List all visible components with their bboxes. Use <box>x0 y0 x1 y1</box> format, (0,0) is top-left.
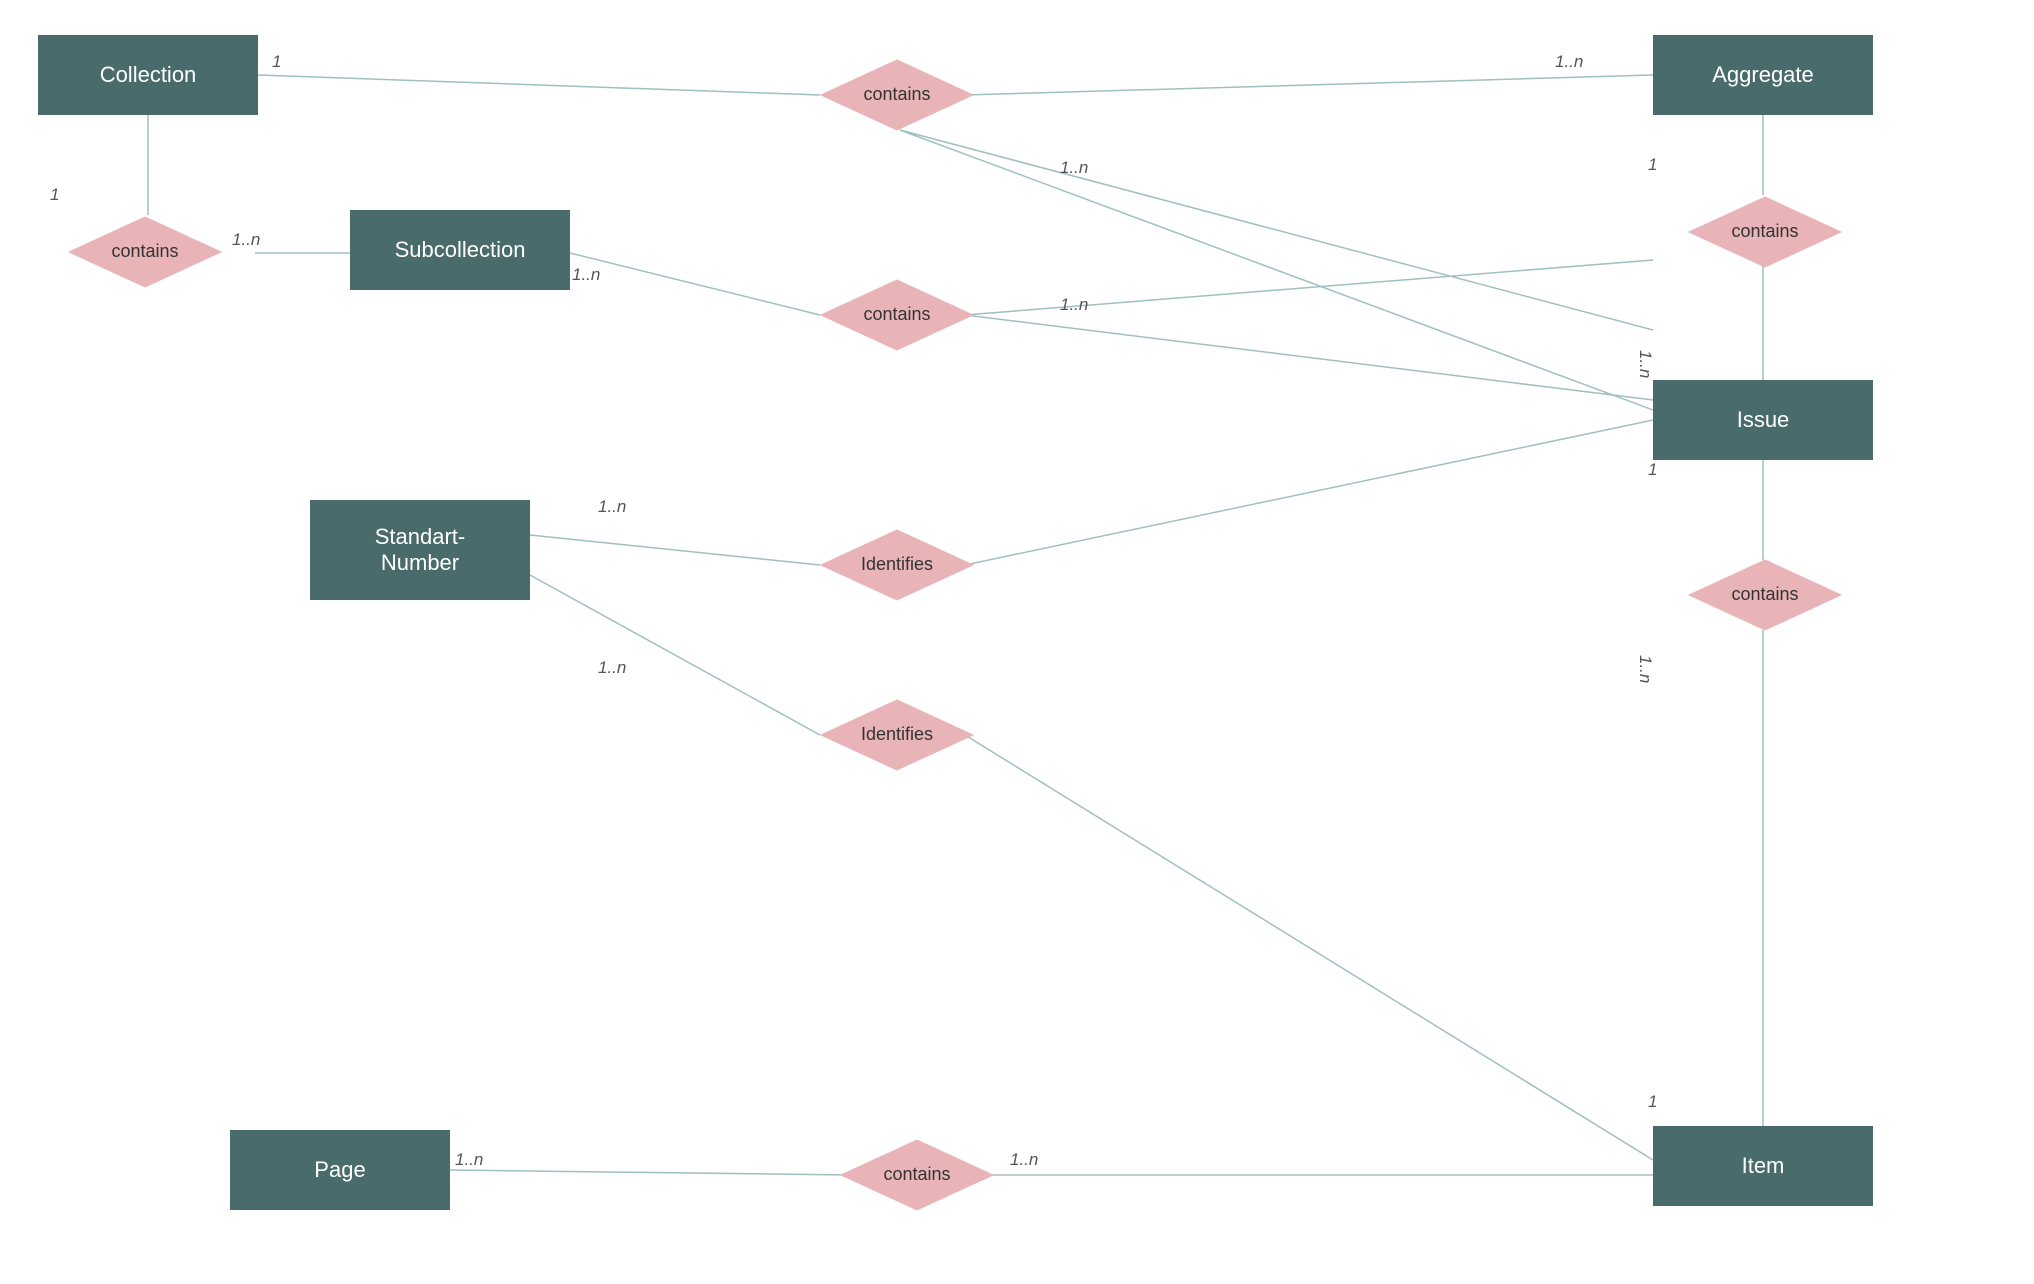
svg-text:Identifies: Identifies <box>861 554 933 574</box>
card-10: 1 <box>1648 460 1657 480</box>
entity-issue: Issue <box>1653 380 1873 460</box>
entity-subcollection: Subcollection <box>350 210 570 290</box>
card-6: 1..n <box>1060 158 1088 178</box>
diamond-identifies-bottom: Identifies <box>820 698 975 773</box>
svg-text:contains: contains <box>1731 221 1798 241</box>
card-7: 1..n <box>1060 295 1088 315</box>
card-3: 1 <box>50 185 59 205</box>
entity-standart-number: Standart- Number <box>310 500 530 600</box>
svg-text:contains: contains <box>1731 584 1798 604</box>
svg-text:contains: contains <box>863 84 930 104</box>
svg-text:contains: contains <box>883 1164 950 1184</box>
card-12: 1..n <box>598 658 626 678</box>
diamond-contains-page: contains <box>840 1138 995 1213</box>
diamond-contains-top: contains <box>820 58 975 133</box>
diamond-contains-aggregate: contains <box>1688 195 1843 270</box>
card-2: 1..n <box>1555 52 1583 72</box>
diamond-contains-left: contains <box>68 215 223 290</box>
connection-lines <box>0 0 2034 1284</box>
diamond-contains-mid: contains <box>820 278 975 353</box>
entity-aggregate: Aggregate <box>1653 35 1873 115</box>
entity-page: Page <box>230 1130 450 1210</box>
card-4: 1..n <box>232 230 260 250</box>
diamond-contains-issue: contains <box>1688 558 1843 633</box>
entity-collection: Collection <box>38 35 258 115</box>
entity-item: Item <box>1653 1126 1873 1206</box>
card-14: 1 <box>1648 1092 1657 1112</box>
svg-text:contains: contains <box>863 304 930 324</box>
card-15: 1..n <box>455 1150 483 1170</box>
er-diagram: Collection Aggregate Subcollection Issue… <box>0 0 2034 1284</box>
card-9: 1..n <box>1635 350 1655 378</box>
svg-text:Identifies: Identifies <box>861 724 933 744</box>
diamond-identifies-top: Identifies <box>820 528 975 603</box>
card-1: 1 <box>272 52 281 72</box>
svg-text:contains: contains <box>111 241 178 261</box>
card-13: 1..n <box>1635 655 1655 683</box>
card-16: 1..n <box>1010 1150 1038 1170</box>
card-8: 1 <box>1648 155 1657 175</box>
card-5: 1..n <box>572 265 600 285</box>
card-11: 1..n <box>598 497 626 517</box>
